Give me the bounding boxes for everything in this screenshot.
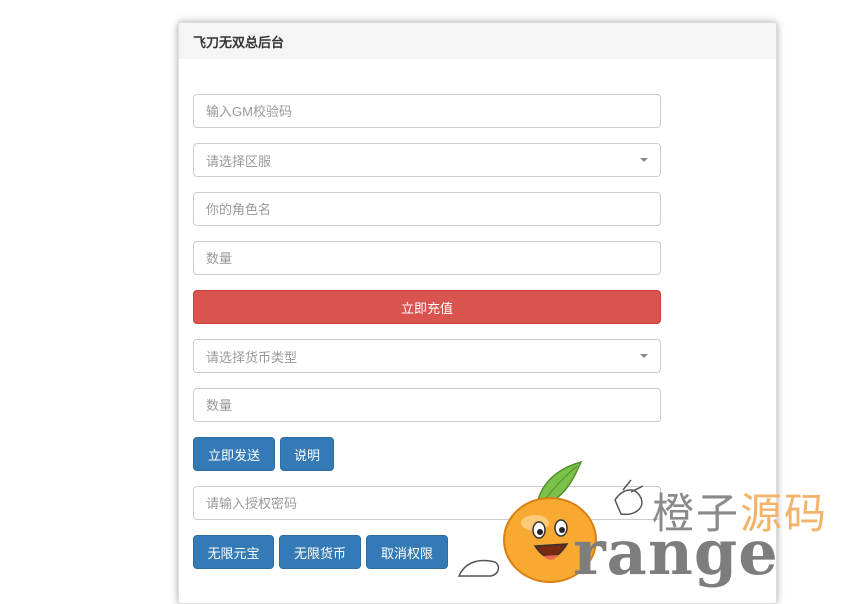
currency-quantity-input[interactable] (193, 388, 661, 422)
send-button[interactable]: 立即发送 (193, 437, 275, 471)
orange-watermark: 橙子源码 range (455, 458, 842, 589)
server-select-text: 请选择区服 (206, 153, 272, 169)
role-name-input[interactable] (193, 192, 661, 226)
quantity-input[interactable] (193, 241, 661, 275)
currency-select-text: 请选择货币类型 (206, 349, 298, 365)
watermark-english-text: range (573, 516, 779, 589)
chevron-down-icon (640, 354, 648, 358)
help-button[interactable]: 说明 (280, 437, 334, 471)
gm-code-input[interactable] (193, 94, 661, 128)
currency-type-select[interactable]: 请选择货币类型 (193, 339, 661, 373)
chevron-down-icon (640, 158, 648, 162)
unlimited-currency-button[interactable]: 无限货币 (279, 535, 361, 569)
recharge-button[interactable]: 立即充值 (193, 290, 661, 324)
revoke-permission-button[interactable]: 取消权限 (366, 535, 448, 569)
server-select[interactable]: 请选择区服 (193, 143, 661, 177)
panel-title: 飞刀无双总后台 (179, 23, 776, 59)
unlimited-yuanbao-button[interactable]: 无限元宝 (193, 535, 274, 569)
